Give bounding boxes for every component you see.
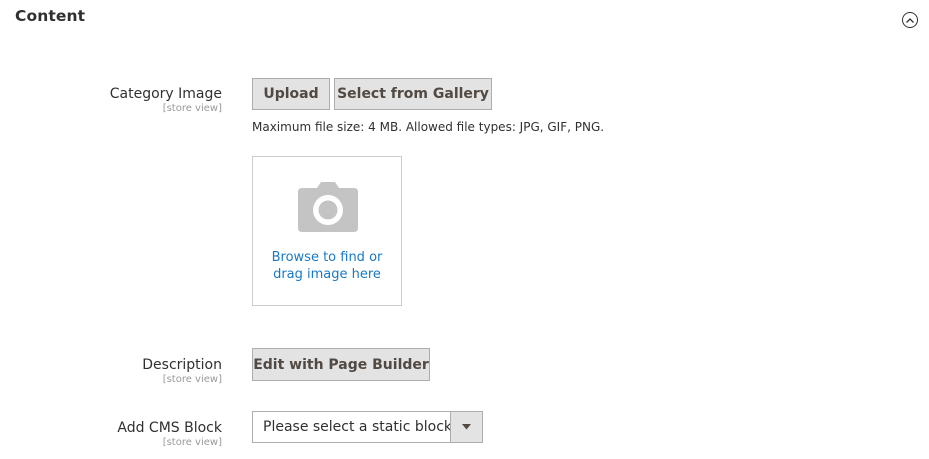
category-image-scope: [store view]: [162, 103, 222, 114]
file-size-note: Maximum file size: 4 MB. Allowed file ty…: [252, 120, 605, 134]
collapse-toggle[interactable]: [902, 12, 918, 28]
category-image-label: Category Image: [109, 86, 222, 102]
select-arrow-button[interactable]: [450, 412, 482, 442]
cms-block-selected-value: Please select a static block.: [263, 419, 457, 435]
edit-with-page-builder-button[interactable]: Edit with Page Builder: [252, 348, 430, 381]
caret-down-icon: [462, 424, 471, 430]
description-label: Description: [142, 357, 222, 373]
camera-icon: [298, 182, 358, 232]
upload-button[interactable]: Upload: [252, 78, 330, 110]
content-section: Content Category Image [store view] Uplo…: [0, 0, 929, 459]
dropzone-text[interactable]: Browse to find or drag image here: [253, 249, 401, 283]
cms-block-scope: [store view]: [162, 437, 222, 448]
chevron-up-icon: [906, 17, 914, 23]
description-scope: [store view]: [162, 374, 222, 385]
dropzone-line-2: drag image here: [273, 267, 381, 282]
cms-block-select[interactable]: Please select a static block.: [252, 411, 483, 443]
section-title[interactable]: Content: [15, 7, 85, 25]
image-dropzone[interactable]: Browse to find or drag image here: [252, 156, 402, 306]
dropzone-line-1: Browse to find or: [271, 250, 383, 265]
select-from-gallery-button[interactable]: Select from Gallery: [334, 78, 492, 110]
cms-block-label: Add CMS Block: [117, 420, 222, 436]
